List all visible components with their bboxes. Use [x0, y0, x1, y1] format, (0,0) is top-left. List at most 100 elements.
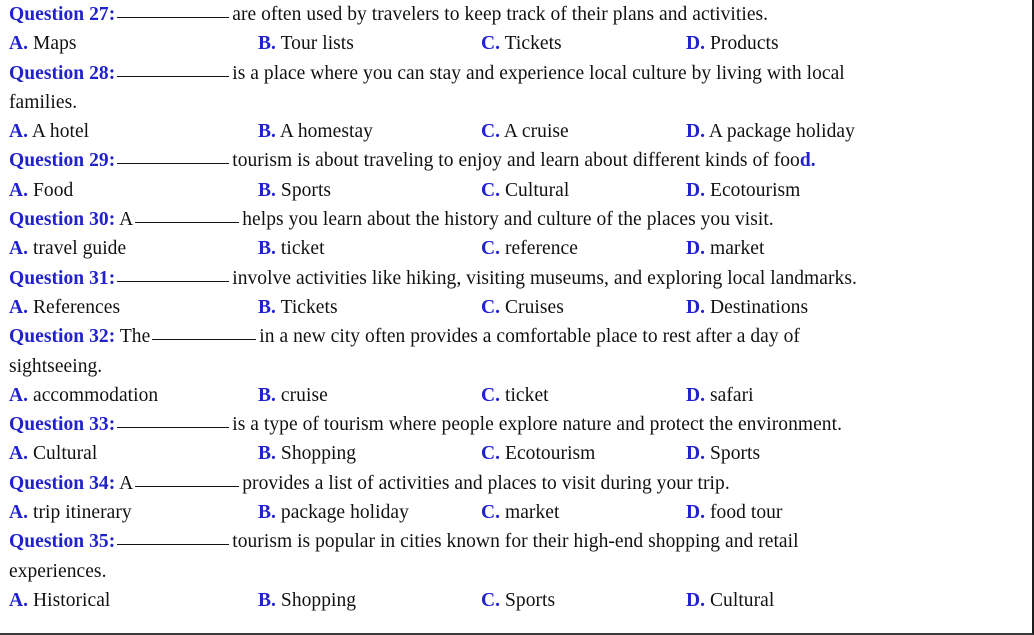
question-continuation: sightseeing.	[9, 355, 103, 377]
answer-blank[interactable]	[117, 427, 230, 429]
question-stem-after: tourism is about traveling to enjoy and …	[232, 150, 800, 172]
question-label: Question 27:	[9, 4, 116, 25]
option-d-label: safari	[710, 384, 754, 406]
option-b[interactable]: B. Shopping	[258, 439, 356, 468]
option-d-marker: D.	[686, 238, 706, 260]
question-label: Question 33:	[9, 414, 116, 436]
option-c-marker: C.	[481, 121, 501, 143]
option-b-marker: B.	[258, 121, 276, 143]
option-a-marker: A.	[9, 238, 29, 260]
question-stem: Question 31: involve activities like hiki…	[9, 264, 1032, 293]
option-b-marker: B.	[258, 238, 276, 260]
option-a[interactable]: A. trip itinerary	[9, 498, 132, 527]
option-c-marker: C.	[481, 238, 501, 260]
question-stem-before: A	[119, 209, 134, 231]
option-a[interactable]: A. accommodation	[9, 381, 158, 410]
option-c[interactable]: C. A cruise	[481, 117, 569, 146]
option-a-marker: A.	[9, 443, 29, 465]
option-c-label: Cultural	[505, 179, 570, 201]
answer-blank[interactable]	[135, 222, 240, 224]
option-b-marker: B.	[258, 296, 276, 318]
option-c[interactable]: C. Sports	[481, 586, 555, 615]
option-b-marker: B.	[258, 33, 276, 55]
question-stem: Question 35: tourism is popular in cities…	[9, 527, 1032, 556]
option-d[interactable]: D. A package holiday	[686, 117, 855, 146]
option-d-label: A package holiday	[708, 121, 855, 143]
option-d[interactable]: D. safari	[686, 381, 754, 410]
option-d[interactable]: D. Sports	[686, 439, 760, 468]
answer-blank[interactable]	[117, 544, 230, 546]
option-b[interactable]: B. A homestay	[258, 117, 373, 146]
option-d-marker: D.	[686, 443, 706, 465]
question-label: Question 31:	[9, 267, 116, 289]
option-b-marker: B.	[258, 589, 276, 611]
question-stem-after: are often used by travelers to keep trac…	[232, 4, 769, 25]
option-row: A. References B. Tickets C. Cruises D. D…	[9, 293, 1032, 322]
answer-blank[interactable]	[152, 339, 257, 341]
option-d[interactable]: D. market	[686, 234, 764, 263]
option-a[interactable]: A. References	[9, 293, 120, 322]
option-d[interactable]: D. Destinations	[686, 293, 808, 322]
option-b-label: cruise	[280, 384, 328, 406]
option-a[interactable]: A. travel guide	[9, 234, 126, 263]
question-continuation: experiences.	[9, 560, 107, 582]
answer-blank[interactable]	[117, 163, 230, 165]
option-b[interactable]: B. ticket	[258, 234, 325, 263]
answer-blank[interactable]	[117, 17, 230, 18]
option-a-marker: A.	[9, 179, 29, 201]
option-c-label: reference	[505, 238, 578, 260]
option-d[interactable]: D. Ecotourism	[686, 176, 800, 205]
option-c[interactable]: C. ticket	[481, 381, 549, 410]
option-a[interactable]: A. Maps	[9, 29, 77, 58]
question-stem: Question 33: is a type of tourism where p…	[9, 410, 1032, 439]
option-b-label: Shopping	[280, 443, 357, 465]
option-row: A. A hotel B. A homestay C. A cruise D. …	[9, 117, 1032, 146]
option-c[interactable]: C. Ecotourism	[481, 439, 595, 468]
option-d[interactable]: D. Products	[686, 29, 779, 58]
option-d-marker: D.	[686, 121, 706, 143]
option-c[interactable]: C. reference	[481, 234, 578, 263]
answer-blank[interactable]	[117, 280, 230, 282]
option-c[interactable]: C. Cultural	[481, 176, 569, 205]
option-a-marker: A.	[9, 296, 29, 318]
option-c[interactable]: C. Cruises	[481, 293, 564, 322]
option-a[interactable]: A. A hotel	[9, 117, 89, 146]
option-a-label: travel guide	[33, 238, 127, 260]
question-stem: Question 34: Aprovides a list of activit…	[9, 469, 1032, 498]
option-d-label: Ecotourism	[710, 179, 801, 201]
option-b[interactable]: B. cruise	[258, 381, 328, 410]
option-c-label: Tickets	[504, 33, 562, 55]
option-d-marker: D.	[686, 502, 706, 524]
option-row: A. Food B. Sports C. Cultural D. Ecotour…	[9, 176, 1032, 205]
option-b[interactable]: B. package holiday	[258, 498, 409, 527]
option-d-marker: D.	[686, 589, 706, 611]
question-stem-after: is a place where you can stay and experi…	[232, 62, 845, 84]
question-label: Question 34:	[9, 472, 116, 494]
option-d[interactable]: D. food tour	[686, 498, 782, 527]
option-row: A. trip itinerary B. package holiday C. …	[9, 498, 1032, 527]
option-b-marker: B.	[258, 384, 276, 406]
question-stem: Question 28: is a place where you can sta…	[9, 59, 1032, 88]
option-a[interactable]: A. Food	[9, 176, 73, 205]
question-label: Question 32:	[9, 326, 116, 348]
option-c[interactable]: C. market	[481, 498, 559, 527]
option-c-marker: C.	[481, 589, 501, 611]
option-c-marker: C.	[481, 384, 501, 406]
option-b[interactable]: B. Tickets	[258, 293, 338, 322]
option-b[interactable]: B. Shopping	[258, 586, 356, 615]
option-a[interactable]: A. Historical	[9, 586, 110, 615]
option-a[interactable]: A. Cultural	[9, 439, 97, 468]
question-stem-before: The	[119, 326, 151, 348]
option-d[interactable]: D. Cultural	[686, 586, 774, 615]
option-b[interactable]: B. Tour lists	[258, 29, 354, 58]
option-b[interactable]: B. Sports	[258, 176, 331, 205]
option-a-label: accommodation	[33, 384, 159, 406]
option-d-marker: D.	[686, 33, 706, 55]
answer-blank[interactable]	[117, 75, 230, 77]
option-c-marker: C.	[481, 296, 501, 318]
option-c[interactable]: C. Tickets	[481, 29, 562, 58]
question-continuation: families.	[9, 91, 78, 113]
answer-blank[interactable]	[135, 485, 240, 487]
option-d-label: Sports	[710, 443, 761, 465]
option-b-marker: B.	[258, 443, 276, 465]
